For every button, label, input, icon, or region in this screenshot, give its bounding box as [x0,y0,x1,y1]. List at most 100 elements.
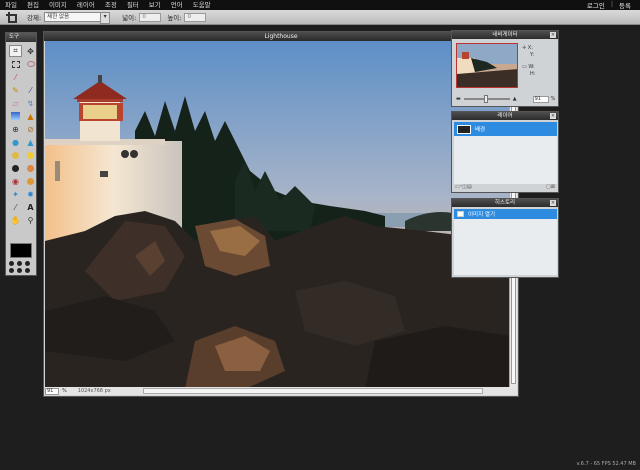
brush-icon[interactable]: ⁄ [24,84,37,96]
dot-icon [25,268,30,273]
pinch-icon[interactable]: ✦ [9,188,22,200]
bloat-icon[interactable] [24,175,37,187]
image-canvas[interactable] [45,41,510,389]
menu-bar: 파일 편집 이미지 레이어 조정 필터 보기 언어 도움말 로그인 | 등록 [0,0,640,10]
menu-layer[interactable]: 레이어 [72,0,100,10]
menu-filter[interactable]: 필터 [122,0,144,10]
layers-list: 배경 [454,122,557,184]
constraint-label: 강제: [27,14,42,22]
layer-style-icon[interactable]: ▭⁃ [455,184,462,190]
menu-language[interactable]: 언어 [166,0,188,10]
history-panel: 히스토리 × 이미지 열기 [451,198,559,278]
menu-separator: | [610,0,614,8]
delete-layer-icon[interactable]: ⊠ [551,184,555,190]
foreground-color-swatch[interactable] [10,243,32,258]
width-input[interactable]: 0 [139,12,162,22]
drop-icon[interactable]: ● [9,136,22,148]
horizontal-scrollbar[interactable] [142,388,483,394]
zoom-in-icon[interactable]: ▲ [513,96,517,102]
width-label: 넓이: [122,14,137,22]
dot-icon [25,261,30,266]
pencil-icon[interactable]: ✎ [9,84,22,96]
menu-view[interactable]: 보기 [144,0,166,10]
version-info: v.6.7 - 65 FPS 52.47 MB [576,461,636,467]
navigator-title: 네비게이터 [492,32,518,38]
login-link[interactable]: 로그인 [584,0,608,10]
sponge-icon[interactable] [24,149,37,161]
zoom-tool-icon[interactable]: ⚲ [24,214,37,226]
constraint-select[interactable]: 제한 없음 [44,12,111,24]
layers-footer: ▭⁃ ◫ ▤ ▢ ⊠ [455,184,555,190]
nav-h-label: H: [530,71,536,77]
red-eye-icon[interactable]: ◉ [9,175,22,187]
layers-titlebar[interactable]: 레이어 × [452,112,558,120]
history-titlebar[interactable]: 히스토리 × [452,199,558,207]
dot-icon [9,261,14,266]
layer-name: 배경 [475,127,486,133]
burn-icon[interactable] [24,162,37,174]
text-tool-icon[interactable]: A [24,201,37,213]
navigator-thumbnail [457,44,517,87]
nav-w-label: W: [528,64,535,70]
menu-edit[interactable]: 편집 [22,0,44,10]
document-titlebar[interactable]: Lighthouse × [44,32,518,41]
tools-title: 도구 [6,33,36,42]
navigator-zoom-unit: % [550,96,556,102]
color-replace-icon[interactable]: ↯ [24,97,37,109]
menu-adjust[interactable]: 조정 [100,0,122,10]
zoom-input[interactable]: 91 [45,387,59,395]
document-window: Lighthouse × [43,31,519,397]
lighthouse-photo [45,41,510,389]
lasso-tool-icon[interactable] [24,58,37,70]
eyedropper-icon[interactable]: ⁄ [9,201,22,213]
layer-thumbnail [457,124,471,134]
menu-help[interactable]: 도움말 [188,0,216,10]
history-item-name: 이미지 열기 [468,212,496,218]
navigator-preview[interactable] [456,43,518,88]
height-input[interactable]: 0 [184,12,207,22]
color-swatch-dots [9,261,31,273]
crop-tool-icon[interactable]: ⌗ [9,45,22,57]
dot-icon [17,261,22,266]
gradient-icon[interactable] [9,110,22,122]
smudge-icon[interactable] [9,149,22,161]
dodge-icon[interactable] [9,162,22,174]
sharpen-icon[interactable]: ▲ [24,136,37,148]
crop-icon [6,11,17,23]
history-list: 이미지 열기 [454,209,557,275]
magic-wand-icon[interactable]: ⁄ [9,71,22,83]
layers-panel: 레이어 × 배경 ▭⁃ ◫ ▤ ▢ ⊠ [451,111,559,193]
menu-file[interactable]: 파일 [0,0,22,10]
zoom-out-icon[interactable]: ▬ [456,96,461,102]
navigator-zoom-controls: ▬ ▲ 91 % [456,95,556,103]
dot-icon [17,268,22,273]
layer-row[interactable]: 배경 [454,122,557,136]
eraser-icon[interactable]: ▱ [9,97,22,109]
blank-tool-slot [24,71,37,83]
document-status-bar: 91 % 1024x768 px [45,387,517,395]
move-tool-icon[interactable]: ✥ [24,45,37,57]
clone-stamp-icon[interactable]: ⊕ [9,123,22,135]
nav-y-label: Y: [530,52,535,58]
close-icon[interactable]: × [550,32,556,38]
register-link[interactable]: 등록 [616,0,634,10]
hand-tool-icon[interactable]: ✋ [9,214,22,226]
tool-options-bar: 강제: 제한 없음 넓이: 0 높이: 0 [0,10,640,25]
navigator-zoom-input[interactable]: 91 [532,95,549,103]
close-icon[interactable]: × [550,200,556,206]
navigator-titlebar[interactable]: 네비게이터 × [452,31,558,39]
paint-bucket-icon[interactable]: ▲ [24,110,37,122]
nav-x-label: X: [527,45,533,51]
close-icon[interactable]: × [550,113,556,119]
navigator-panel: 네비게이터 × ✛ X: Y: ▭ W: H: ▬ ▲ 91 % [451,30,559,107]
zoom-unit: % [62,388,67,394]
zoom-slider[interactable] [463,95,510,103]
zoom-slider-handle[interactable] [483,95,488,103]
layer-folder-icon[interactable]: ▤ [467,184,472,190]
color-picker-icon[interactable]: ⊘ [24,123,37,135]
history-row[interactable]: 이미지 열기 [454,209,557,219]
spot-heal-icon[interactable]: ✸ [24,188,37,200]
menu-image[interactable]: 이미지 [44,0,72,10]
marquee-tool-icon[interactable] [9,58,22,70]
height-label: 높이: [167,14,182,22]
